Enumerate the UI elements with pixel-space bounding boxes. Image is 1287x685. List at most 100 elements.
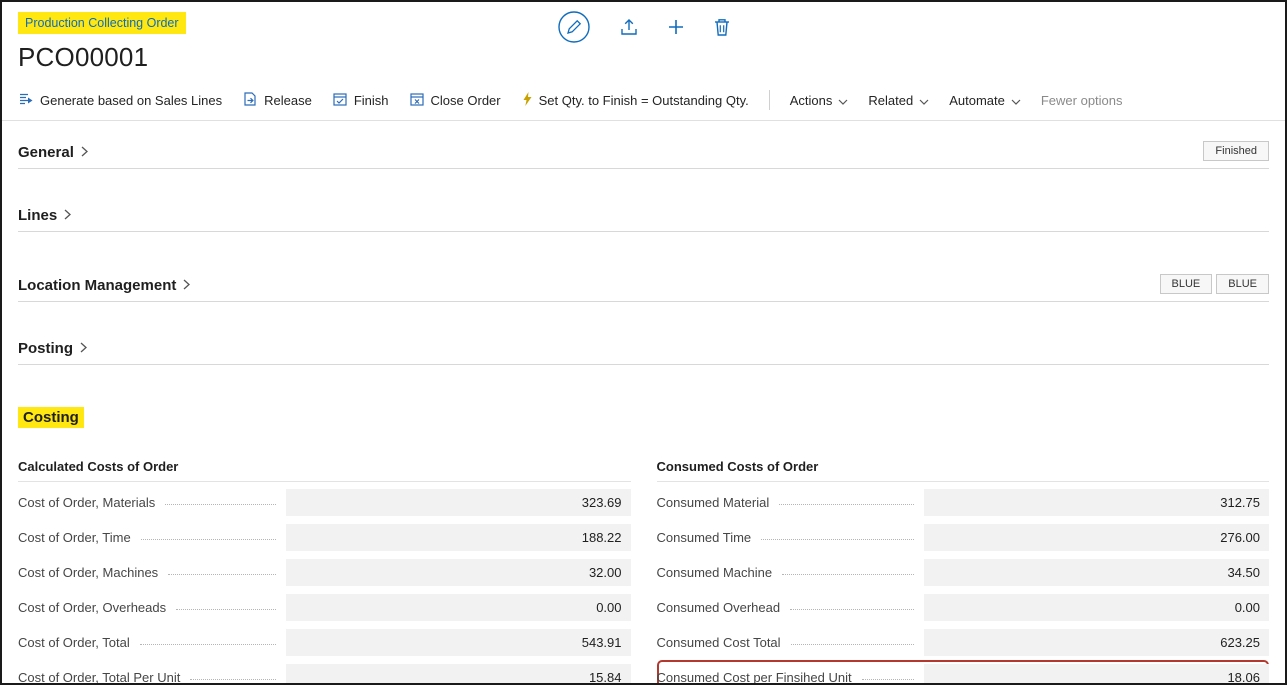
section-lines-title: Lines	[18, 207, 57, 224]
set-qty-to-finish-button[interactable]: Set Qty. to Finish = Outstanding Qty.	[521, 91, 749, 110]
field-value[interactable]: 312.75	[924, 489, 1269, 516]
finish-icon	[332, 91, 348, 110]
dotted-leader	[141, 539, 276, 540]
field-row-consumed-time: Consumed Time 276.00	[657, 520, 1270, 555]
costing-columns: Calculated Costs of Order Cost of Order,…	[2, 459, 1285, 685]
page-header: Production Collecting Order PCO00001	[2, 2, 1285, 82]
section-posting: Posting	[2, 340, 1285, 365]
field-row-consumed-material: Consumed Material 312.75	[657, 485, 1270, 520]
field-value[interactable]: 0.00	[924, 594, 1269, 621]
page-title: PCO00001	[18, 42, 1269, 73]
field-value[interactable]: 323.69	[286, 489, 631, 516]
breadcrumb[interactable]: Production Collecting Order	[18, 12, 186, 34]
chevron-right-icon	[80, 340, 87, 357]
lightning-icon	[521, 91, 533, 110]
field-value[interactable]: 623.25	[924, 629, 1269, 656]
close-order-button[interactable]: Close Order	[409, 91, 501, 110]
dotted-leader	[140, 644, 276, 645]
field-row-consumed-machine: Consumed Machine 34.50	[657, 555, 1270, 590]
dotted-leader	[782, 574, 914, 575]
dotted-leader	[862, 679, 914, 680]
field-row-cost-total: Cost of Order, Total 543.91	[18, 625, 631, 660]
section-general-title: General	[18, 144, 74, 161]
dotted-leader	[791, 644, 914, 645]
chevron-right-icon	[64, 207, 71, 224]
field-label: Cost of Order, Total Per Unit	[18, 670, 180, 685]
chevron-down-icon	[838, 93, 848, 108]
dotted-leader	[165, 504, 275, 505]
field-row-cost-materials: Cost of Order, Materials 323.69	[18, 485, 631, 520]
section-general-header[interactable]: General Finished	[18, 141, 1269, 169]
field-label: Cost of Order, Total	[18, 635, 130, 650]
header-icon-bar	[557, 10, 731, 44]
release-button[interactable]: Release	[242, 91, 312, 110]
page: Production Collecting Order PCO00001 Gen…	[0, 0, 1287, 685]
consumed-costs-column: Consumed Costs of Order Consumed Materia…	[657, 459, 1270, 685]
field-row-cost-total-per-unit: Cost of Order, Total Per Unit 15.84	[18, 660, 631, 685]
field-row-consumed-cost-total: Consumed Cost Total 623.25	[657, 625, 1270, 660]
release-icon	[242, 91, 258, 110]
dotted-leader	[779, 504, 914, 505]
field-value[interactable]: 188.22	[286, 524, 631, 551]
field-row-cost-overheads: Cost of Order, Overheads 0.00	[18, 590, 631, 625]
related-menu[interactable]: Related	[868, 93, 929, 108]
dotted-leader	[176, 609, 275, 610]
section-posting-title: Posting	[18, 340, 73, 357]
finish-button[interactable]: Finish	[332, 91, 389, 110]
automate-menu[interactable]: Automate	[949, 93, 1021, 108]
action-toolbar: Generate based on Sales Lines Release Fi…	[2, 82, 1285, 121]
field-value[interactable]: 18.06	[924, 664, 1269, 685]
edit-icon[interactable]	[557, 10, 591, 44]
location-badge: BLUE	[1160, 274, 1213, 294]
field-label: Consumed Cost Total	[657, 635, 781, 650]
toolbar-divider	[769, 90, 770, 110]
field-label: Consumed Cost per Finsihed Unit	[657, 670, 852, 685]
field-label: Cost of Order, Overheads	[18, 600, 166, 615]
add-icon[interactable]	[667, 18, 685, 36]
dotted-leader	[190, 679, 275, 680]
field-value[interactable]: 32.00	[286, 559, 631, 586]
field-label: Consumed Machine	[657, 565, 773, 580]
field-label: Consumed Overhead	[657, 600, 781, 615]
chevron-down-icon	[919, 93, 929, 108]
field-row-consumed-overhead: Consumed Overhead 0.00	[657, 590, 1270, 625]
actions-menu[interactable]: Actions	[790, 93, 849, 108]
field-row-cost-time: Cost of Order, Time 188.22	[18, 520, 631, 555]
dotted-leader	[790, 609, 914, 610]
field-value[interactable]: 0.00	[286, 594, 631, 621]
field-label: Cost of Order, Machines	[18, 565, 158, 580]
field-value[interactable]: 543.91	[286, 629, 631, 656]
field-label: Cost of Order, Materials	[18, 495, 155, 510]
chevron-right-icon	[183, 277, 190, 294]
dotted-leader	[761, 539, 914, 540]
section-general: General Finished	[2, 141, 1285, 169]
field-value[interactable]: 276.00	[924, 524, 1269, 551]
section-location-management-title: Location Management	[18, 277, 176, 294]
field-value[interactable]: 15.84	[286, 664, 631, 685]
chevron-down-icon	[1011, 93, 1021, 108]
field-value[interactable]: 34.50	[924, 559, 1269, 586]
generate-icon	[18, 91, 34, 110]
dotted-leader	[168, 574, 275, 575]
chevron-right-icon	[81, 144, 88, 161]
field-row-cost-machines: Cost of Order, Machines 32.00	[18, 555, 631, 590]
section-costing: Costing	[2, 407, 1285, 435]
field-label: Consumed Time	[657, 530, 752, 545]
delete-icon[interactable]	[713, 17, 731, 37]
section-lines: Lines	[2, 207, 1285, 232]
close-order-icon	[409, 91, 425, 110]
status-badge: Finished	[1203, 141, 1269, 161]
fewer-options-button[interactable]: Fewer options	[1041, 93, 1123, 108]
section-lines-header[interactable]: Lines	[18, 207, 1269, 232]
section-location-management-header[interactable]: Location Management BLUE BLUE	[18, 274, 1269, 302]
section-costing-title: Costing	[18, 407, 84, 428]
field-row-consumed-cost-per-finished-unit: Consumed Cost per Finsihed Unit 18.06	[657, 660, 1270, 685]
generate-sales-lines-button[interactable]: Generate based on Sales Lines	[18, 91, 222, 110]
section-posting-header[interactable]: Posting	[18, 340, 1269, 365]
location-badge: BLUE	[1216, 274, 1269, 294]
field-label: Cost of Order, Time	[18, 530, 131, 545]
section-costing-header[interactable]: Costing	[18, 407, 1269, 435]
share-icon[interactable]	[619, 17, 639, 37]
field-label: Consumed Material	[657, 495, 770, 510]
calculated-costs-column: Calculated Costs of Order Cost of Order,…	[18, 459, 631, 685]
